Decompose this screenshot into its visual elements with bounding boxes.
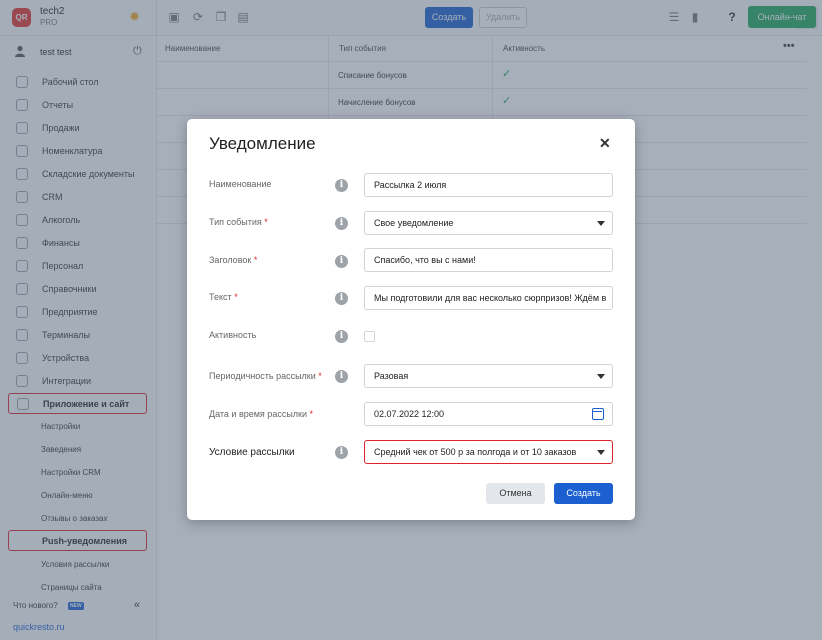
required-mark: * (253, 255, 258, 265)
field-label-datetime: Дата и время рассылки * (209, 409, 313, 419)
heading-input[interactable]: Спасибо, что вы с нами! (364, 248, 613, 272)
name-value: Рассылка 2 июля (374, 180, 447, 190)
required-mark: * (318, 371, 322, 381)
cancel-button[interactable]: Отмена (486, 483, 545, 504)
info-icon[interactable]: i (335, 370, 348, 383)
label-text: Заголовок (209, 255, 252, 265)
modal-title: Уведомление (209, 134, 316, 153)
field-label-active: Активность (209, 330, 256, 340)
frequency-select[interactable]: Разовая (364, 364, 613, 388)
info-icon[interactable]: i (335, 292, 348, 305)
condition-value: Средний чек от 500 р за полгода и от 10 … (374, 447, 577, 457)
field-label-text: Текст * (209, 292, 238, 302)
field-label-frequency: Периодичность рассылки * (209, 371, 322, 381)
info-icon[interactable]: i (335, 330, 348, 343)
info-icon[interactable]: i (335, 255, 348, 268)
text-input[interactable]: Мы подготовили для вас несколько сюрприз… (364, 286, 613, 310)
close-icon[interactable]: ✕ (599, 136, 611, 150)
text-value: Мы подготовили для вас несколько сюрприз… (374, 293, 606, 303)
info-icon[interactable]: i (335, 179, 348, 192)
label-text: Периодичность рассылки (209, 371, 316, 381)
heading-value: Спасибо, что вы с нами! (374, 255, 476, 265)
required-mark: * (264, 217, 268, 227)
event-type-select[interactable]: Свое уведомление (364, 211, 613, 235)
event-type-value: Свое уведомление (374, 218, 454, 228)
label-text: Активность (209, 330, 257, 340)
chevron-down-icon (597, 374, 605, 379)
datetime-value: 02.07.2022 12:00 (374, 409, 445, 419)
condition-select[interactable]: Средний чек от 500 р за полгода и от 10 … (364, 440, 613, 464)
frequency-value: Разовая (374, 371, 409, 381)
label-text: Текст (209, 292, 232, 302)
label-text: Дата и время рассылки (209, 409, 308, 419)
name-input[interactable]: Рассылка 2 июля (364, 173, 613, 197)
chevron-down-icon (597, 450, 605, 455)
field-label-name: Наименование (209, 179, 271, 189)
info-icon[interactable]: i (335, 217, 348, 230)
submit-create-button[interactable]: Создать (554, 483, 613, 504)
active-checkbox[interactable] (364, 331, 375, 342)
calendar-icon[interactable] (592, 408, 604, 420)
required-mark: * (309, 409, 314, 419)
required-mark: * (234, 292, 238, 302)
field-label-event-type: Тип события * (209, 217, 268, 227)
datetime-input[interactable]: 02.07.2022 12:00 (364, 402, 613, 426)
label-text: Условие рассылки (209, 447, 295, 458)
label-text: Наименование (209, 179, 272, 189)
notification-modal: Уведомление ✕ Наименование i Рассылка 2 … (187, 119, 635, 520)
label-text: Тип события (209, 217, 262, 227)
info-icon[interactable]: i (335, 446, 348, 459)
chevron-down-icon (597, 221, 605, 226)
field-label-condition: Условие рассылки (209, 447, 295, 458)
field-label-heading: Заголовок * (209, 255, 257, 265)
